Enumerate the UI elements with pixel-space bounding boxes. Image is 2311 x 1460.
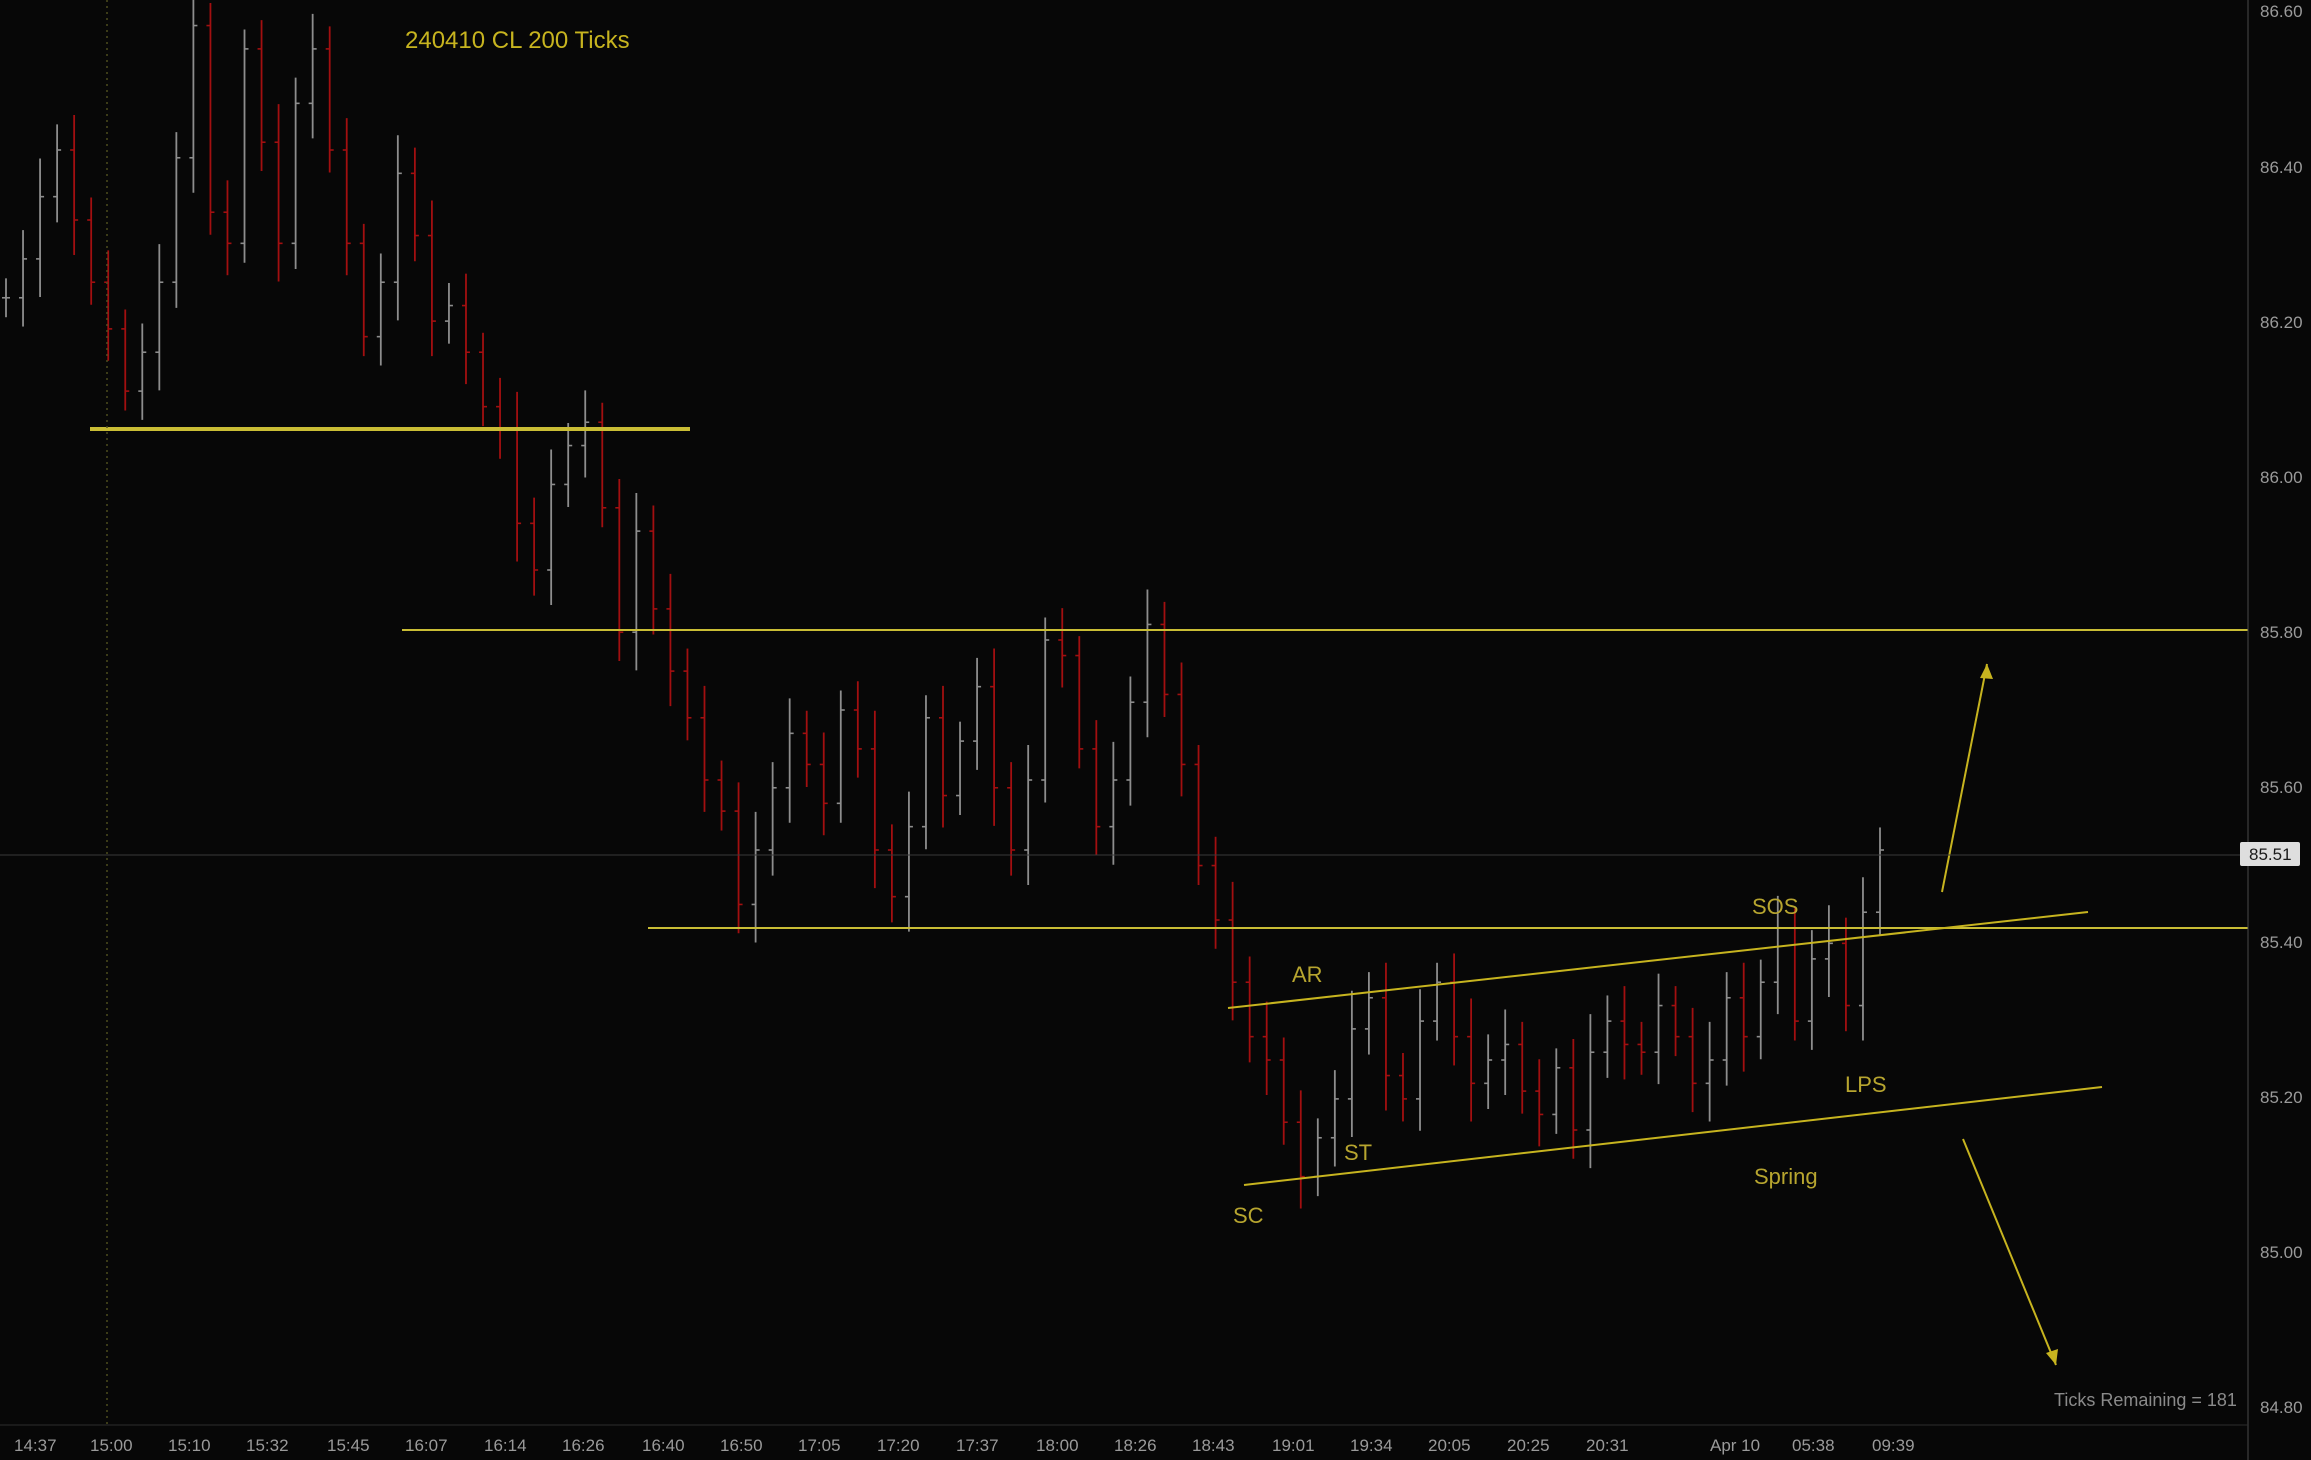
annotation-st: ST (1344, 1140, 1372, 1165)
x-tick-1934: 19:34 (1350, 1436, 1393, 1455)
ohlc-chart: 240410 CL 200 Ticks 86.60 86.40 86.20 86… (0, 0, 2311, 1460)
x-tick-1901: 19:01 (1272, 1436, 1315, 1455)
x-tick-1705: 17:05 (798, 1436, 841, 1455)
y-tick-86-00: 86.00 (2260, 468, 2303, 487)
x-tick-1545: 15:45 (327, 1436, 370, 1455)
x-tick-0939: 09:39 (1872, 1436, 1915, 1455)
x-tick-1626: 16:26 (562, 1436, 605, 1455)
y-tick-84-80: 84.80 (2260, 1398, 2303, 1417)
annotation-spring: Spring (1754, 1164, 1818, 1189)
y-tick-85-00: 85.00 (2260, 1243, 2303, 1262)
x-tick-1607: 16:07 (405, 1436, 448, 1455)
ticks-remaining-text: Ticks Remaining = 181 (2054, 1390, 2237, 1410)
annotation-ar: AR (1292, 962, 1323, 987)
y-tick-86-60: 86.60 (2260, 2, 2303, 21)
chart-title: 240410 CL 200 Ticks (405, 27, 630, 54)
x-tick-1720: 17:20 (877, 1436, 920, 1455)
y-tick-85-20: 85.20 (2260, 1088, 2303, 1107)
current-price-marker: 85.51 (2240, 842, 2300, 866)
y-tick-85-80: 85.80 (2260, 623, 2303, 642)
y-tick-86-40: 86.40 (2260, 158, 2303, 177)
x-tick-1640: 16:40 (642, 1436, 685, 1455)
x-tick-1500: 15:00 (90, 1436, 133, 1455)
x-tick-2031: 20:31 (1586, 1436, 1629, 1455)
y-tick-86-20: 86.20 (2260, 313, 2303, 332)
y-tick-85-40: 85.40 (2260, 933, 2303, 952)
x-tick-1532: 15:32 (246, 1436, 289, 1455)
x-tick-1510: 15:10 (168, 1436, 211, 1455)
x-tick-1650: 16:50 (720, 1436, 763, 1455)
x-tick-1843: 18:43 (1192, 1436, 1235, 1455)
current-price-text: 85.51 (2249, 845, 2292, 864)
x-tick-1826: 18:26 (1114, 1436, 1157, 1455)
x-tick-1800: 18:00 (1036, 1436, 1079, 1455)
annotation-lps: LPS (1845, 1072, 1887, 1097)
x-tick-0538: 05:38 (1792, 1436, 1835, 1455)
x-tick-1614: 16:14 (484, 1436, 527, 1455)
annotation-sc: SC (1233, 1203, 1264, 1228)
x-tick-2025: 20:25 (1507, 1436, 1550, 1455)
chart-root: 240410 CL 200 Ticks 86.60 86.40 86.20 86… (0, 0, 2311, 1460)
x-tick-2005: 20:05 (1428, 1436, 1471, 1455)
annotation-sos: SOS (1752, 894, 1798, 919)
x-tick-1437: 14:37 (14, 1436, 57, 1455)
y-tick-85-60: 85.60 (2260, 778, 2303, 797)
x-tick-apr-10: Apr 10 (1710, 1436, 1760, 1455)
x-tick-1737: 17:37 (956, 1436, 999, 1455)
